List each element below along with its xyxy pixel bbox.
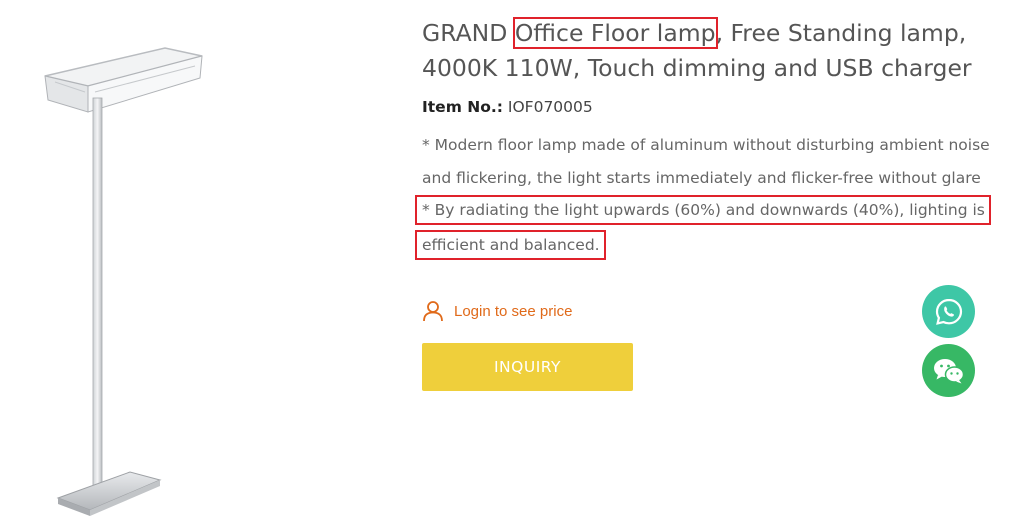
user-icon [423, 301, 443, 322]
item-number: Item No.: IOF070005 [422, 96, 593, 118]
description-highlight-line-2: efficient and balanced. [415, 229, 606, 260]
description-highlight-line-1: * By radiating the light upwards (60%) a… [415, 195, 991, 225]
login-to-see-price-link[interactable]: Login to see price [422, 299, 572, 323]
product-title: GRAND Office Floor lamp, Free Standing l… [422, 16, 1002, 86]
item-number-value: IOF070005 [507, 98, 593, 116]
description-point-1: * Modern floor lamp made of aluminum wit… [422, 136, 990, 187]
login-text: Login to see price [454, 302, 573, 320]
product-image-floor-lamp [44, 47, 203, 516]
product-description: * Modern floor lamp made of aluminum wit… [415, 129, 1002, 261]
inquiry-button[interactable]: INQUIRY [422, 343, 633, 391]
description-point-2: * By radiating the light upwards (60%) a… [415, 194, 1002, 261]
item-number-label: Item No.: [422, 98, 503, 116]
whatsapp-button[interactable] [922, 285, 975, 338]
wechat-icon [933, 358, 964, 383]
title-highlight: Office Floor lamp [512, 17, 718, 49]
whatsapp-icon [935, 298, 962, 325]
title-prefix: GRAND [422, 19, 515, 47]
wechat-button[interactable] [922, 344, 975, 397]
